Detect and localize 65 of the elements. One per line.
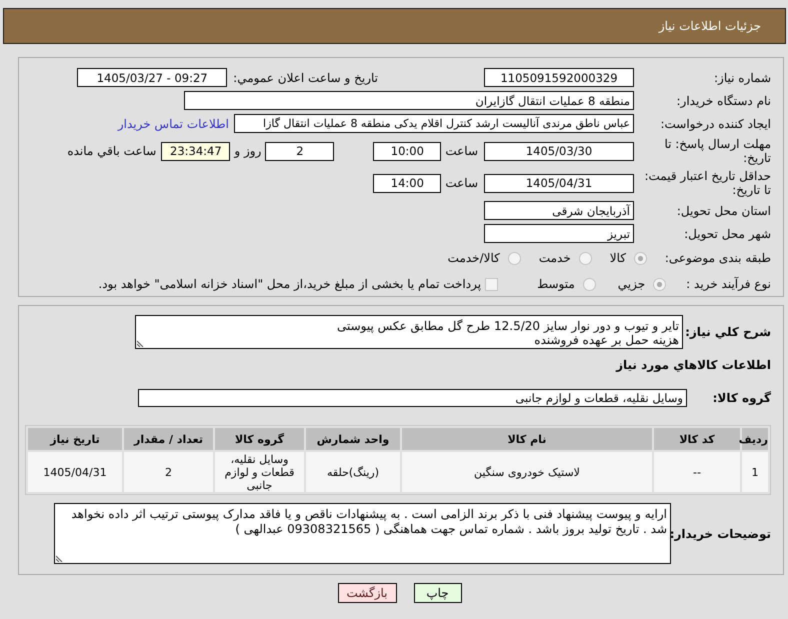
days-field[interactable]: 2 (265, 142, 334, 160)
option-label: کالا (610, 251, 626, 265)
field-label: گروه کالا: (712, 391, 771, 405)
validity-date-field[interactable]: 1405/04/31 (484, 174, 634, 192)
option-label: خدمت (538, 251, 571, 265)
table-cell: (رینگ)حلقه (306, 452, 400, 492)
option-label: متوسط (537, 277, 575, 291)
field-label: استان محل تحویل: (676, 204, 771, 218)
province-field[interactable]: آذربایجان شرقی (484, 201, 634, 220)
need-summary-field[interactable]: تایر و تیوب و دور نوار سایز 12.5/20 طرح گل مطابق عکس پیوستی هزینه حمل بر عهده فروشنده (135, 315, 683, 349)
announcement-date-field[interactable]: 1405/03/27 - 09:27 (77, 68, 228, 87)
time-label: ساعت (445, 176, 478, 190)
days-label: روز و (234, 144, 262, 158)
radio-button[interactable] (634, 252, 647, 264)
table-cell: وسایل نقلیه، قطعات و لوازم جانبی (215, 452, 304, 492)
column-header: کد کالا (654, 428, 740, 450)
field-label: شماره نیاز: (713, 70, 771, 84)
option-label: کالا/خدمت (448, 251, 500, 265)
table-cell: لاستیک خودروی سنگین (402, 452, 652, 492)
page-title: جزئیات اطلاعات نیاز (658, 19, 761, 33)
radio-button[interactable] (508, 252, 521, 264)
resize-grip-icon[interactable] (137, 339, 145, 347)
radio-button[interactable] (582, 278, 596, 290)
table-cell: 2 (124, 452, 213, 492)
requester-field[interactable]: عباس ناطق مرندی آنالیست ارشد کنترل اقلام یدکی منطقه 8 عملیات انتقال گازا (234, 114, 634, 133)
validity-time-field[interactable]: 14:00 (373, 174, 442, 192)
field-label: شرح کلي نیاز: (684, 325, 771, 339)
city-field[interactable]: تبریز (484, 224, 634, 243)
column-header: گروه کالا (215, 428, 304, 450)
column-header: واحد شمارش (306, 428, 400, 450)
field-label: مهلت ارسال پاسخ: تا تاریخ: (663, 137, 771, 165)
section-title: اطلاعات کالاهاي مورد نیاز (614, 358, 771, 372)
resize-grip-icon[interactable] (56, 554, 64, 562)
back-button[interactable]: بازگشت (338, 583, 396, 603)
table-cell: 1405/04/31 (28, 452, 122, 492)
column-header: نام کالا (402, 428, 652, 450)
field-label: نام دستگاه خریدار: (676, 94, 771, 108)
field-label: شهر محل تحویل: (683, 226, 771, 240)
buyer-org-field[interactable]: منطقه 8 عملیات انتقال گازایران (184, 91, 634, 110)
goods-group-field[interactable]: وسایل نقلیه، قطعات و لوازم جانبی (138, 389, 687, 407)
field-label: نوع فرآیند خرید : (686, 277, 771, 291)
option-label: جزیي (618, 277, 646, 291)
buyer-notes-field[interactable]: ارایه و پیوست پیشنهاد فنی با ذکر برند الزامی است . به پیشنهادات ناقص و یا فاقد مدارک پیوستی ترتیب اثر داده نخواهد شد . تاریخ تولید بروز باشد . شماره تماس جهت هماهنگی ( 09308321565 عبدالهی ) (54, 503, 671, 564)
column-header: تاریخ نیاز (28, 428, 122, 450)
deadline-date-field[interactable]: 1405/03/30 (484, 142, 634, 160)
radio-button[interactable] (653, 278, 666, 290)
column-header: ردیف (742, 428, 768, 450)
remaining-label: ساعت باقي مانده (67, 144, 156, 158)
field-label: توضیحات خریدار: (671, 526, 771, 540)
column-header: تعداد / مقدار (124, 428, 213, 450)
buyer-contact-link[interactable]: اطلاعات تماس خریدار (118, 116, 229, 130)
time-label: ساعت (445, 144, 478, 158)
remaining-time-field: 23:34:47 (161, 142, 230, 160)
field-label: طبقه بندی موضوعی: (664, 251, 771, 265)
field-label: حداقل تاریخ اعتبار قیمت: تا تاریخ: (643, 169, 771, 197)
checkbox-label: پرداخت تمام یا بخشی از مبلغ خرید،از محل "اسناد خزانه اسلامی" خواهد بود. (98, 277, 482, 291)
table-cell: -- (654, 452, 740, 492)
table-cell: 1 (742, 452, 768, 492)
field-label: تاریخ و ساعت اعلان عمومي: (233, 70, 378, 84)
field-label: ایجاد کننده درخواست: (659, 116, 771, 130)
radio-button[interactable] (578, 252, 592, 264)
need-number-field[interactable]: 1105091592000329 (484, 68, 634, 87)
checkbox[interactable] (485, 278, 498, 290)
deadline-time-field[interactable]: 10:00 (373, 142, 442, 160)
print-button[interactable]: چاپ (414, 583, 462, 603)
